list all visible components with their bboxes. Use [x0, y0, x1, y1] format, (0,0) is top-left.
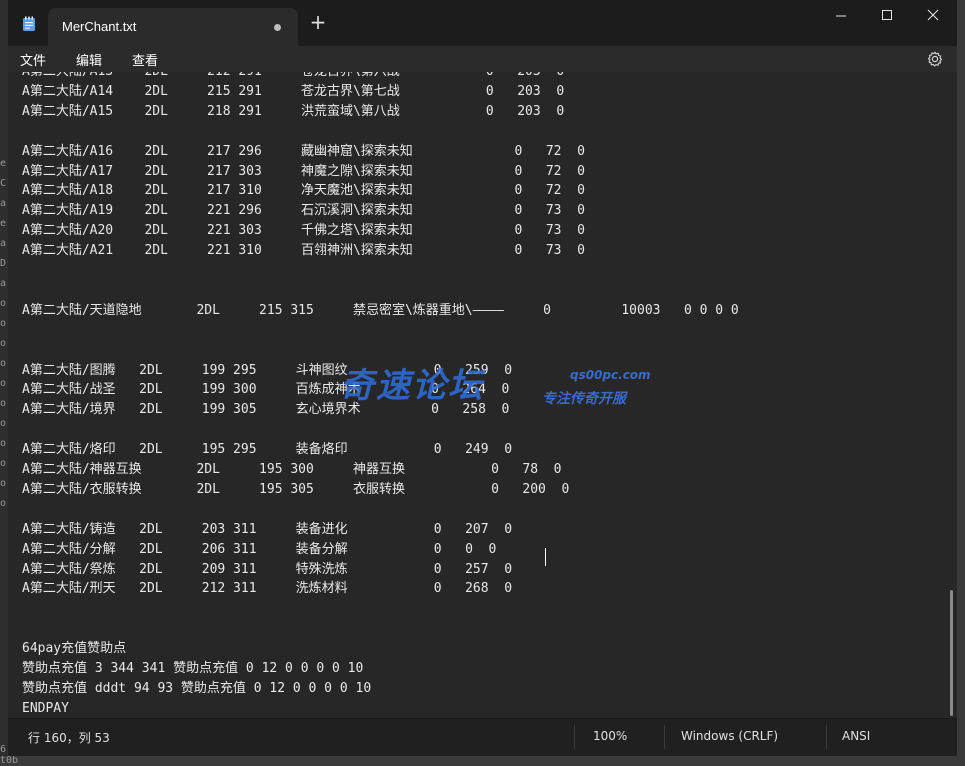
- background-text: o: [0, 338, 7, 349]
- menu-bar: 文件 编辑 查看: [8, 46, 957, 72]
- text-line: A第二大陆/A18 2DL 217 310 净天魔池\探索未知 0 72 0: [22, 183, 585, 199]
- background-text: o: [0, 358, 7, 369]
- text-line: A第二大陆/A20 2DL 221 303 千佛之塔\探索未知 0 73 0: [22, 223, 585, 239]
- status-bar: 行 160，列 53 100% Windows (CRLF) ANSI: [8, 718, 957, 756]
- background-text: C: [0, 178, 7, 189]
- text-line: 赞助点充值 dddt 94 93 赞助点充值 0 12 0 0 0 0 10: [22, 680, 372, 696]
- text-line: A第二大陆/A21 2DL 221 310 百翎神洲\探索未知 0 73 0: [22, 243, 585, 259]
- menu-view[interactable]: 查看: [132, 50, 158, 69]
- background-text: e: [0, 218, 7, 229]
- status-divider: [664, 725, 665, 749]
- maximize-button[interactable]: [864, 0, 910, 32]
- notepad-app-icon: [23, 16, 35, 31]
- line-ending[interactable]: Windows (CRLF): [681, 729, 778, 743]
- notepad-window: MerChant.txt + 文件 编辑 查看 ENDPAY 赞助点充值 dddt…: [8, 0, 957, 756]
- text-editor-area[interactable]: ENDPAY 赞助点充值 dddt 94 93 赞助点充值 0 12 0 0 0 …: [8, 72, 957, 718]
- forum-watermark: 奇速论坛 qs00pc.com 专注传奇开服: [338, 358, 651, 408]
- status-divider: [826, 725, 827, 749]
- settings-gear-icon[interactable]: [926, 50, 944, 68]
- text-line: A第二大陆/A14 2DL 215 291 苍龙古界\第七战 0 203 0: [22, 83, 565, 99]
- text-line: A第二大陆/铸造 2DL 203 311 装备进化 0 207 0: [22, 521, 513, 537]
- watermark-main-text: 奇速论坛: [340, 366, 484, 406]
- background-text: o: [0, 498, 7, 509]
- background-text: a: [0, 238, 7, 249]
- text-line: A第二大陆/祭炼 2DL 209 311 特殊洗炼 0 257 0: [22, 561, 513, 577]
- text-line: A第二大陆/分解 2DL 206 311 装备分解 0 0 0: [22, 541, 497, 557]
- vertical-scrollbar-thumb[interactable]: [950, 590, 953, 716]
- status-divider: [574, 725, 575, 749]
- text-line: A第二大陆/A19 2DL 221 296 石沉溪洞\探索未知 0 73 0: [22, 203, 585, 219]
- encoding[interactable]: ANSI: [842, 729, 870, 743]
- text-line: A第二大陆/A16 2DL 217 296 藏幽神窟\探索未知 0 72 0: [22, 143, 585, 159]
- text-line: ENDPAY: [22, 700, 69, 716]
- text-line: A第二大陆/烙印 2DL 195 295 装备烙印 0 249 0: [22, 442, 513, 458]
- background-text: a: [0, 198, 7, 209]
- text-line: A第二大陆/天道隐地 2DL 215 315 禁忌密室\炼器重地\———— 0 …: [22, 302, 739, 318]
- watermark-slogan: 专注传奇开服: [542, 391, 626, 407]
- text-line: A第二大陆/A13 2DL 212 291 苍龙古界\第六战 0 203 0: [22, 72, 564, 82]
- text-line: A第二大陆/A17 2DL 217 303 神魔之隙\探索未知 0 72 0: [22, 163, 585, 179]
- minimize-button[interactable]: [818, 0, 864, 32]
- background-window-strip: eCaeaDaooooooooooo6,78 t0b: [0, 0, 24, 766]
- background-text: o: [0, 438, 7, 449]
- text-caret: [545, 548, 546, 566]
- text-line: A第二大陆/刑天 2DL 212 311 洗炼材料 0 268 0: [22, 581, 513, 597]
- new-tab-button[interactable]: +: [308, 12, 328, 32]
- background-text: o: [0, 418, 7, 429]
- text-line: A第二大陆/神器互换 2DL 195 300 神器互换 0 78 0: [22, 462, 562, 477]
- unsaved-dot-icon[interactable]: [274, 24, 281, 31]
- zoom-level[interactable]: 100%: [593, 729, 627, 743]
- menu-edit[interactable]: 编辑: [76, 50, 102, 69]
- background-text: e: [0, 158, 7, 169]
- background-text: D: [0, 258, 7, 269]
- tab-title: MerChant.txt: [62, 19, 137, 34]
- tab-merchant-txt[interactable]: MerChant.txt: [48, 8, 298, 46]
- menu-file[interactable]: 文件: [20, 50, 46, 69]
- cursor-position[interactable]: 行 160，列 53: [28, 729, 110, 746]
- watermark-url: qs00pc.com: [570, 368, 651, 382]
- text-line: 64pay充值赞助点: [22, 641, 127, 657]
- background-text: o: [0, 298, 7, 309]
- background-text: o: [0, 378, 7, 389]
- background-text: o: [0, 398, 7, 409]
- text-line: A第二大陆/A15 2DL 218 291 洪荒蛮域\第八战 0 203 0: [22, 103, 565, 119]
- background-text: o: [0, 318, 7, 329]
- background-text: o: [0, 458, 7, 469]
- close-button[interactable]: [910, 0, 956, 32]
- background-text: a: [0, 278, 7, 289]
- text-line: A第二大陆/衣服转换 2DL 195 305 衣服转换 0 200 0: [22, 481, 570, 497]
- background-text: o: [0, 478, 7, 489]
- text-line: 赞助点充值 3 344 341 赞助点充值 0 12 0 0 0 0 10: [22, 661, 364, 676]
- title-bar[interactable]: MerChant.txt +: [8, 0, 957, 46]
